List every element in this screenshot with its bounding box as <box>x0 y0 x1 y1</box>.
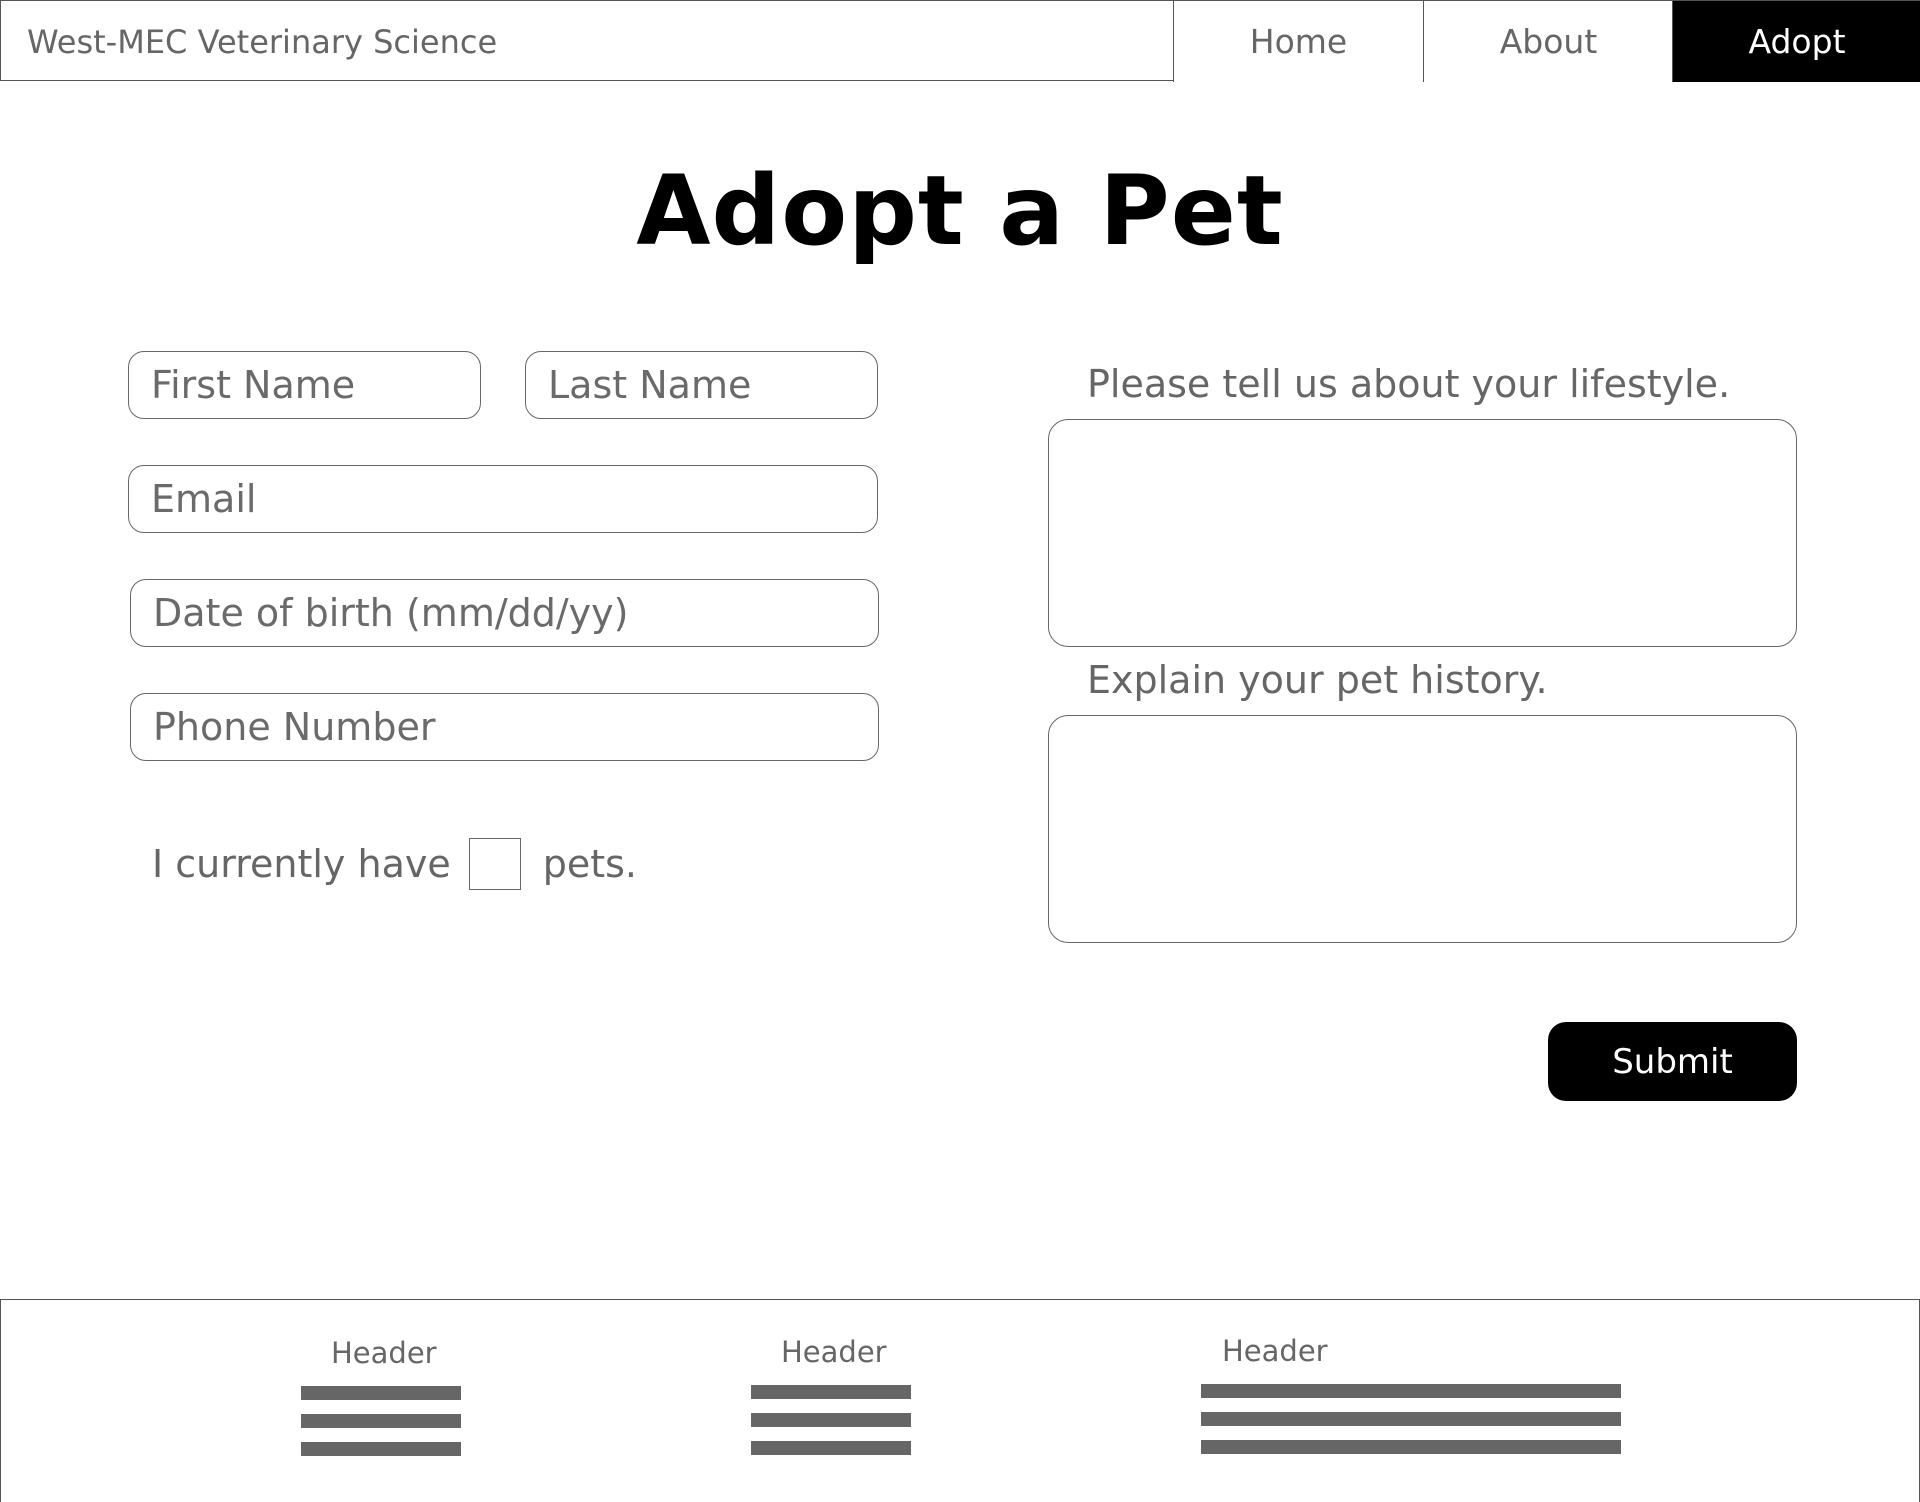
footer-link-placeholder[interactable] <box>1201 1412 1621 1426</box>
page-title: Adopt a Pet <box>636 155 1284 267</box>
lifestyle-label: Please tell us about your lifestyle. <box>1087 362 1731 406</box>
footer-link-placeholder[interactable] <box>751 1441 911 1455</box>
footer-header: Header <box>1222 1334 1328 1368</box>
nav-tab-home[interactable]: Home <box>1173 1 1423 82</box>
footer-link-placeholder[interactable] <box>301 1414 461 1428</box>
submit-button[interactable]: Submit <box>1548 1022 1797 1101</box>
top-navbar: West-MEC Veterinary Science Home About A… <box>0 0 1920 82</box>
pet-history-label: Explain your pet history. <box>1087 658 1548 702</box>
email-input[interactable] <box>128 465 878 533</box>
pet-history-textarea[interactable] <box>1048 715 1797 943</box>
pets-count-prefix: I currently have <box>152 842 451 886</box>
footer-link-placeholder[interactable] <box>751 1385 911 1399</box>
site-brand[interactable]: West-MEC Veterinary Science <box>27 23 497 61</box>
footer-link-placeholder[interactable] <box>1201 1384 1621 1398</box>
phone-number-input[interactable] <box>130 693 879 761</box>
footer-link-placeholder[interactable] <box>301 1442 461 1456</box>
footer-link-placeholder[interactable] <box>751 1413 911 1427</box>
pets-count-box[interactable] <box>468 838 521 890</box>
footer: Header Header Header <box>0 1299 1920 1502</box>
nav-tab-about[interactable]: About <box>1423 1 1673 82</box>
nav-tab-adopt[interactable]: Adopt <box>1672 1 1920 82</box>
footer-header: Header <box>331 1336 437 1370</box>
footer-link-placeholder[interactable] <box>1201 1440 1621 1454</box>
pets-count-row: I currently have pets. <box>152 838 637 890</box>
footer-link-placeholder[interactable] <box>301 1386 461 1400</box>
date-of-birth-input[interactable] <box>130 579 879 647</box>
pets-count-suffix: pets. <box>542 842 638 886</box>
lifestyle-textarea[interactable] <box>1048 419 1797 647</box>
last-name-input[interactable] <box>525 351 878 419</box>
first-name-input[interactable] <box>128 351 481 419</box>
footer-header: Header <box>781 1335 887 1369</box>
